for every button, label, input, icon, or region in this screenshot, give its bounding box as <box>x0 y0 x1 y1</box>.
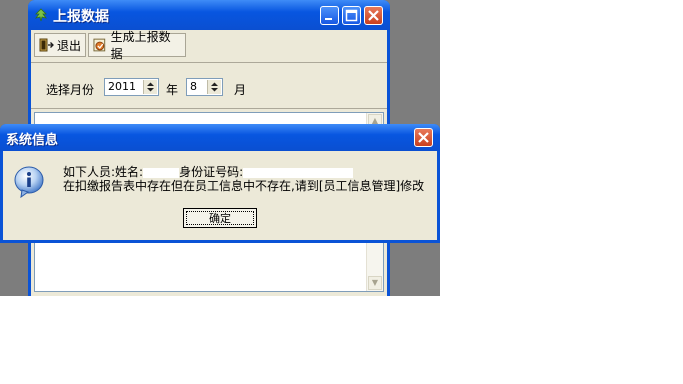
spin-down-icon <box>211 82 218 92</box>
ok-label: 确定 <box>186 211 254 225</box>
close-icon <box>368 10 379 21</box>
select-month-label: 选择月份 <box>46 83 95 97</box>
close-button[interactable] <box>364 6 383 25</box>
message-line-2: 在扣缴报告表中存在但在员工信息中不存在,请到[员工信息管理]修改 <box>63 179 425 193</box>
redacted-id <box>243 167 354 178</box>
dialog-body: 如下人员:姓名: 身份证号码: 在扣缴报告表中存在但在员工信息中不存在,请到[员工… <box>3 151 437 240</box>
minimize-icon <box>325 18 332 20</box>
close-icon <box>418 132 429 143</box>
toolbar: 退出 生成上报数据 <box>31 30 387 63</box>
month-spin-arrows[interactable] <box>207 80 221 94</box>
generate-report-button[interactable]: 生成上报数据 <box>88 30 186 61</box>
generate-label: 生成上报数据 <box>110 30 171 61</box>
app-icon <box>35 8 47 22</box>
dialog-title-bar[interactable]: 系统信息 <box>0 124 440 151</box>
dialog-title: 系统信息 <box>6 133 59 148</box>
dialog-close-button[interactable] <box>414 128 433 147</box>
year-value: 2011 <box>108 80 136 93</box>
maximize-button[interactable] <box>342 6 361 25</box>
maximize-icon <box>345 9 358 22</box>
redacted-name <box>143 167 180 178</box>
main-window-title: 上报数据 <box>53 9 109 25</box>
exit-icon <box>39 38 54 52</box>
year-spin-arrows[interactable] <box>143 80 157 94</box>
main-title-bar[interactable]: 上报数据 <box>28 0 390 30</box>
info-icon <box>14 166 44 198</box>
exit-label: 退出 <box>57 38 82 53</box>
month-value: 8 <box>190 80 197 93</box>
minimize-button[interactable] <box>320 6 339 25</box>
exit-button[interactable]: 退出 <box>34 33 86 57</box>
month-suffix: 月 <box>234 83 247 97</box>
ok-button[interactable]: 确定 <box>183 208 257 228</box>
generate-icon <box>93 38 106 52</box>
year-spinner[interactable]: 2011 <box>104 78 159 96</box>
year-suffix: 年 <box>166 83 179 97</box>
scroll-down-button[interactable]: ▼ <box>368 276 382 290</box>
spin-up-icon <box>147 82 154 92</box>
month-spinner[interactable]: 8 <box>186 78 223 96</box>
message-dialog: 系统信息 如下人员:姓名: 身份证号码: 在扣缴报告表中存在但在员工信息中不存在,… <box>0 124 440 243</box>
